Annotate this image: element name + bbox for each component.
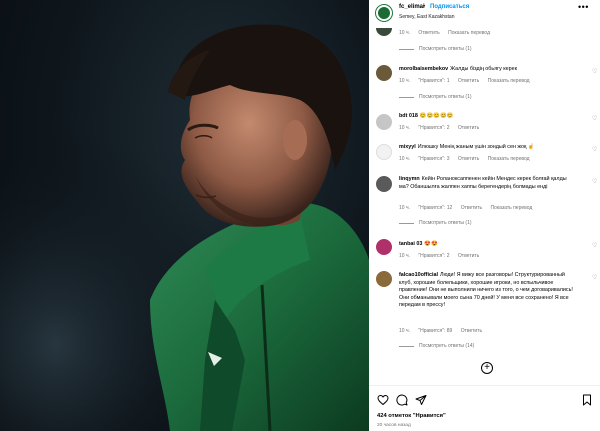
bookmark-icon[interactable] (581, 394, 593, 406)
comment-username[interactable]: falcao10official (399, 272, 438, 278)
comment-likes[interactable]: "Нравится": 1 (418, 78, 449, 84)
comment-item: tanbai 03 😍😍 ♡ 10 ч. "Нравится": 2 Ответи… (369, 237, 600, 261)
profile-avatar[interactable] (375, 4, 393, 22)
comment-username[interactable]: tanbai 03 (399, 241, 422, 247)
like-comment-icon[interactable]: ♡ (592, 242, 597, 249)
comment-meta: 10 ч. "Нравится": 89 Ответить (399, 328, 489, 334)
post-photo (0, 0, 369, 431)
view-replies-label: Посмотреть ответы (14) (419, 343, 475, 349)
likes-number: 424 (377, 413, 387, 419)
comment-likes[interactable]: "Нравится": 12 (418, 205, 452, 211)
comment-item: morolbaisembekov Жалды біздің обьягу кере… (369, 64, 600, 104)
comment-meta: 10 ч. "Нравится": 1 Ответить Показать пе… (399, 78, 537, 84)
comment-text: falcao10official Люди! Я вижу все разгово… (399, 272, 575, 310)
reply-button[interactable]: Ответить (461, 205, 482, 211)
likes-label: отметок "Нравится" (388, 413, 446, 419)
comment-content: 😍😍 (424, 241, 438, 247)
comment-username[interactable]: bdt 018 (399, 113, 418, 119)
comment-text: mixyyl Илюшку Менің жаным үшін зондый сен… (399, 144, 575, 152)
heart-icon[interactable] (377, 394, 389, 406)
comment-meta: 10 ч. "Нравится": 2 Ответить (399, 253, 486, 259)
comment-time: 10 ч. (399, 156, 410, 162)
commenter-avatar[interactable] (376, 271, 392, 287)
comment-meta: 10 ч. "Нравится": 12 Ответить Показать п… (399, 205, 539, 211)
like-comment-icon[interactable]: ♡ (592, 115, 597, 122)
commenter-avatar[interactable] (376, 239, 392, 255)
comment-icon[interactable] (396, 394, 408, 406)
more-options-icon[interactable]: ••• (578, 2, 589, 12)
comment-time: 10 ч. (399, 205, 410, 211)
comment-item: mixyyl Илюшку Менің жаным үшін зондый сен… (369, 141, 600, 163)
reply-button[interactable]: Ответить (418, 30, 439, 36)
commenter-avatar[interactable] (376, 65, 392, 81)
reply-button[interactable]: Ответить (458, 253, 479, 259)
reply-button[interactable]: Ответить (458, 78, 479, 84)
reply-button[interactable]: Ответить (461, 328, 482, 334)
translate-button[interactable]: Показать перевод (490, 205, 532, 211)
post-header: fc_elimai • Подписаться Semey, East Kaza… (369, 0, 600, 28)
comment-content: 😊😊😊😊😊 (419, 113, 454, 119)
like-comment-icon[interactable]: ♡ (592, 274, 597, 281)
like-comment-icon[interactable]: ♡ (592, 178, 597, 185)
view-replies-label: Посмотреть ответы (1) (419, 220, 472, 226)
reply-button[interactable]: Ответить (458, 156, 479, 162)
player-photo-illustration (0, 0, 369, 431)
comment-meta: 10 ч. "Нравится": 2 Ответить (399, 125, 486, 131)
comment-content: Кейін Роланоксаппенен кейін Мендес керек… (399, 176, 567, 190)
post-time: 20 часов назад (377, 423, 411, 428)
comment-item: bdt 018 😊😊😊😊😊 ♡ 10 ч. "Нравится": 2 Ответ… (369, 111, 600, 133)
comment-text: tanbai 03 😍😍 (399, 241, 575, 249)
view-replies-button[interactable]: Посмотреть ответы (14) (399, 343, 474, 349)
comment-content: Жалды біздің обьягу керек (450, 66, 518, 72)
comment-time: 10 ч. (399, 125, 410, 131)
commenter-avatar[interactable] (376, 28, 392, 36)
translate-button[interactable]: Показать перевод (488, 78, 530, 84)
translate-button[interactable]: Показать перевод (448, 30, 490, 36)
comment-likes[interactable]: "Нравится": 2 (418, 125, 449, 131)
comment-likes[interactable]: "Нравится": 89 (418, 328, 452, 334)
view-replies-button[interactable]: Посмотреть ответы (1) (399, 46, 472, 52)
comment-item: 10 ч. Ответить Показать перевод Посмотре… (369, 28, 600, 52)
like-comment-icon[interactable]: ♡ (592, 146, 597, 153)
comment-time: 10 ч. (399, 78, 410, 84)
comment-meta: 10 ч. "Нравится": 3 Ответить Показать пе… (399, 156, 537, 162)
view-replies-label: Посмотреть ответы (1) (419, 46, 472, 52)
likes-count[interactable]: 424 отметок "Нравится" (377, 413, 446, 419)
comment-username[interactable]: mixyyl (399, 144, 416, 150)
comment-likes[interactable]: "Нравится": 2 (418, 253, 449, 259)
comment-meta: 10 ч. Ответить Показать перевод (399, 30, 497, 36)
post-side-panel: fc_elimai • Подписаться Semey, East Kaza… (369, 0, 600, 431)
comment-text: linqymn Кейін Роланоксаппенен кейін Менде… (399, 176, 575, 191)
location-link[interactable]: Semey, East Kazakhstan (399, 14, 455, 20)
comment-text: bdt 018 😊😊😊😊😊 (399, 113, 575, 121)
comment-username[interactable]: morolbaisembekov (399, 66, 448, 72)
like-comment-icon[interactable]: ♡ (592, 68, 597, 75)
commenter-avatar[interactable] (376, 176, 392, 192)
view-replies-button[interactable]: Посмотреть ответы (1) (399, 220, 472, 226)
commenter-avatar[interactable] (376, 114, 392, 130)
view-replies-label: Посмотреть ответы (1) (419, 94, 472, 100)
comment-item: linqymn Кейін Роланоксаппенен кейін Менде… (369, 173, 600, 231)
comment-username[interactable]: linqymn (399, 176, 420, 182)
send-icon[interactable] (415, 394, 427, 406)
comment-time: 10 ч. (399, 30, 410, 36)
club-logo-icon (378, 7, 390, 19)
post-actions-bar: 424 отметок "Нравится" 20 часов назад (369, 385, 600, 431)
comment-likes[interactable]: "Нравится": 3 (418, 156, 449, 162)
follow-button[interactable]: Подписаться (430, 4, 469, 10)
username-link[interactable]: fc_elimai (399, 4, 425, 10)
separator-dot: • (423, 4, 426, 10)
comment-content: Илюшку Менің жаным үшін зондый сен жоқ ☝… (417, 144, 535, 150)
reply-button[interactable]: Ответить (458, 125, 479, 131)
commenter-avatar[interactable] (376, 144, 392, 160)
comment-text: morolbaisembekov Жалды біздің обьягу кере… (399, 66, 575, 74)
comment-time: 10 ч. (399, 253, 410, 259)
view-replies-button[interactable]: Посмотреть ответы (1) (399, 94, 472, 100)
plus-circle-icon[interactable]: + (481, 362, 493, 374)
comment-item: falcao10official Люди! Я вижу все разгово… (369, 269, 600, 355)
translate-button[interactable]: Показать перевод (488, 156, 530, 162)
comment-time: 10 ч. (399, 328, 410, 334)
comments-list[interactable]: 10 ч. Ответить Показать перевод Посмотре… (369, 28, 600, 385)
